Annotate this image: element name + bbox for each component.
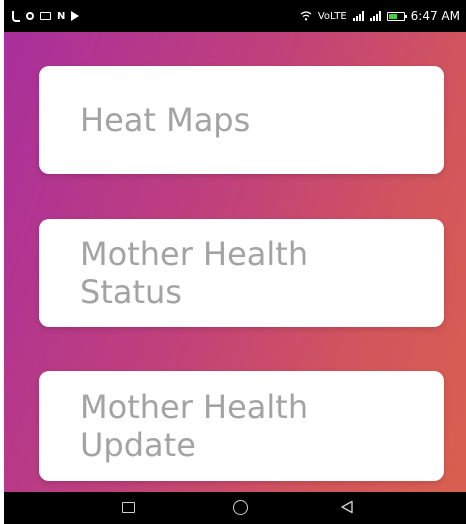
mail-icon	[40, 12, 51, 20]
navigation-bar	[4, 492, 466, 524]
status-time: 6:47 AM	[410, 9, 460, 23]
home-icon	[233, 500, 248, 515]
status-bar: N VoLTE 6:47 AM	[4, 0, 466, 32]
heat-maps-button[interactable]: Heat Maps	[39, 66, 444, 174]
battery-icon	[386, 11, 407, 21]
mother-health-status-label: Mother Health Status	[80, 235, 309, 311]
back-icon	[341, 500, 353, 514]
heat-maps-label: Heat Maps	[80, 101, 251, 139]
home-button[interactable]	[233, 500, 248, 515]
status-right-icons: VoLTE 6:47 AM	[300, 9, 460, 23]
mother-health-status-button[interactable]: Mother Health Status	[39, 219, 444, 327]
status-left-icons: N	[12, 10, 80, 22]
volte-label: VoLTE	[317, 10, 347, 22]
mother-health-update-label: Mother Health Update	[80, 388, 309, 464]
play-icon	[71, 11, 80, 21]
main-content: Heat Maps Mother Health Status Mother He…	[4, 32, 466, 492]
wifi-icon	[300, 11, 312, 21]
mother-health-update-button[interactable]: Mother Health Update	[39, 371, 444, 481]
recent-apps-icon	[122, 502, 135, 513]
signal-icon	[369, 11, 381, 21]
notification-icon	[26, 12, 34, 20]
signal-icon	[352, 11, 364, 21]
phone-icon	[12, 10, 20, 22]
battery-level	[388, 13, 398, 19]
phone-screen: N VoLTE 6:47 AM Heat Maps Mother Health …	[4, 0, 466, 524]
back-button[interactable]	[340, 500, 354, 514]
n-icon: N	[57, 10, 66, 22]
recent-apps-button[interactable]	[122, 502, 135, 513]
